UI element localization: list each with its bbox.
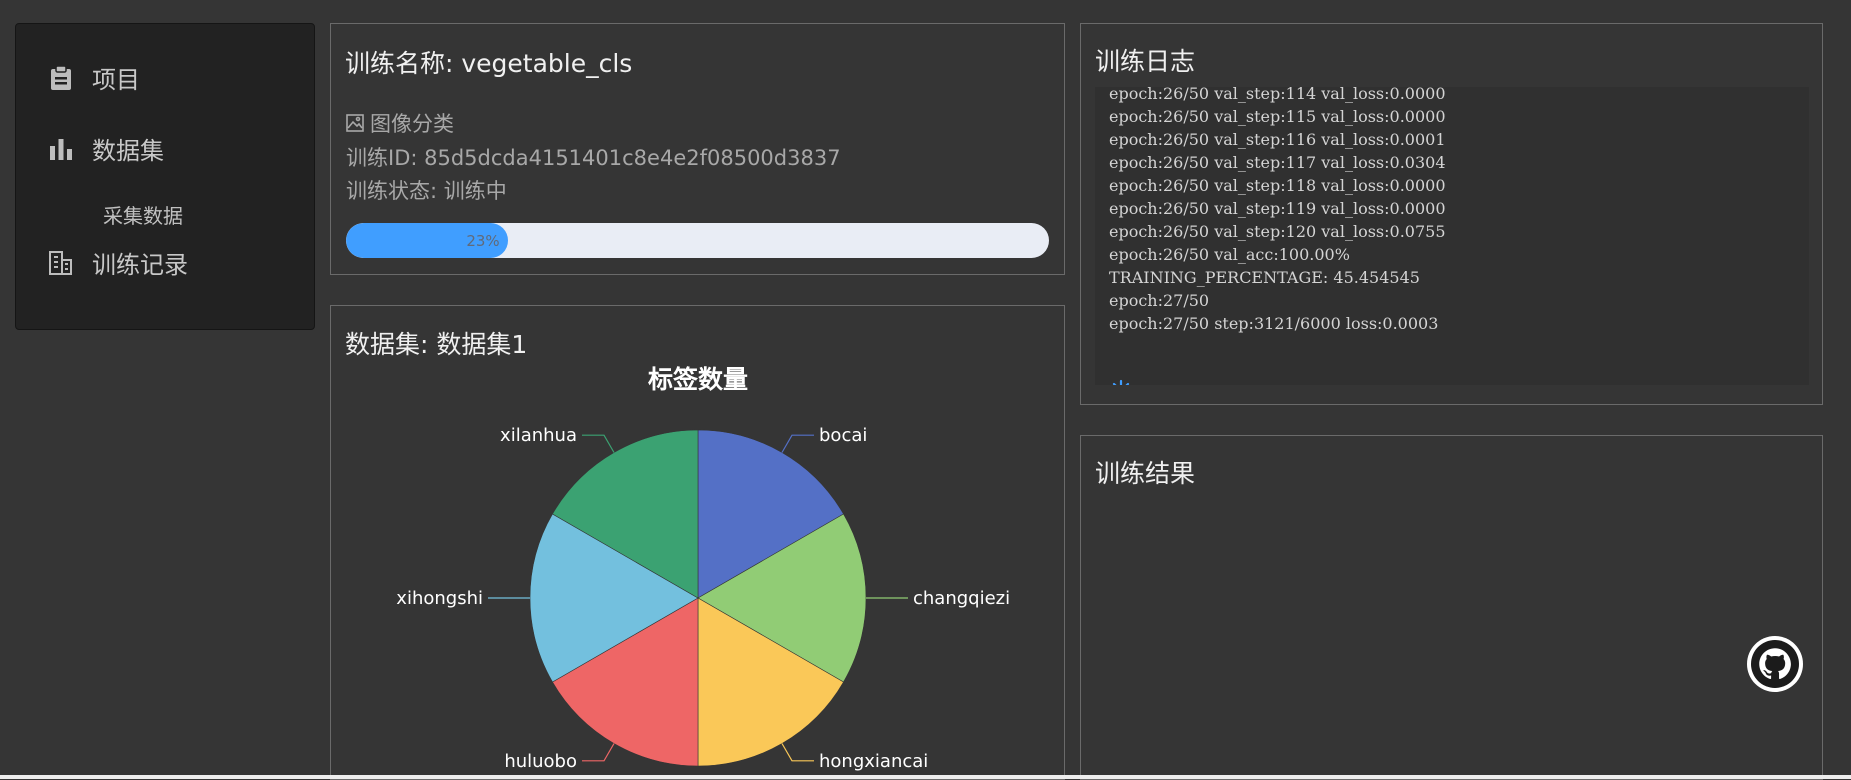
pie-label: xihongshi (396, 588, 483, 609)
log-line: epoch:26/50 val_step:116 val_loss:0.0001 (1109, 130, 1446, 149)
training-log-panel: 训练日志 epoch:26/50 val_step:114 val_loss:0… (1080, 23, 1823, 405)
sidebar-item-label: 项目 (92, 66, 140, 94)
chart-title: 标签数量 (648, 365, 748, 394)
clipboard-icon (46, 63, 76, 93)
sidebar: 项目 数据集 采集数据 训练记录 (15, 23, 315, 330)
pie-label: hongxiancai (819, 751, 928, 772)
training-status: 训练状态: 训练中 (346, 179, 507, 203)
log-line: epoch:26/50 val_step:118 val_loss:0.0000 (1109, 176, 1446, 195)
log-line: epoch:27/50 (1109, 291, 1210, 310)
result-title: 训练结果 (1095, 459, 1196, 488)
log-line: epoch:26/50 val_step:115 val_loss:0.0000 (1109, 107, 1446, 126)
pie-label: changqiezi (913, 588, 1010, 609)
image-icon (346, 114, 364, 132)
pie-label-line (582, 434, 615, 453)
progress-text: 23% (466, 231, 500, 250)
pie-label: huluobo (504, 751, 577, 772)
bottom-strip (0, 775, 1851, 779)
sidebar-item-label: 数据集 (92, 137, 164, 165)
log-line: epoch:26/50 val_acc:100.00% (1109, 245, 1350, 264)
training-type-label: 图像分类 (370, 112, 454, 136)
training-result-panel: 训练结果 (1080, 435, 1823, 780)
bar-chart-icon (46, 134, 76, 164)
log-line: epoch:26/50 val_step:120 val_loss:0.0755 (1109, 222, 1446, 241)
pie-label-line (781, 743, 814, 762)
progress-fill: 23% (346, 223, 508, 258)
sidebar-item-projects[interactable]: 项目 (46, 60, 140, 95)
training-id: 训练ID: 85d5dcda4151401c8e4e2f08500d3837 (346, 146, 841, 170)
log-line: epoch:26/50 val_step:117 val_loss:0.0304 (1109, 153, 1446, 172)
dataset-panel: 数据集: 数据集1 标签数量 bocai changqiezi hongxianca… (330, 305, 1065, 780)
training-info-panel: 训练名称: vegetable_cls 图像分类 训练ID: 85d5dcda4… (330, 23, 1065, 275)
pie-label: xilanhua (500, 425, 577, 446)
label-count-pie-chart: 标签数量 bocai changqiezi hongxiancai huluobo xi… (396, 365, 1010, 772)
pie-label-line (582, 743, 615, 762)
pie-label: bocai (819, 425, 867, 446)
sidebar-item-label: 训练记录 (92, 251, 188, 279)
building-icon (46, 248, 76, 278)
pie-label-line (781, 434, 814, 453)
loading-spinner-icon (1109, 379, 1133, 385)
sidebar-item-training-records[interactable]: 训练记录 (46, 245, 188, 280)
log-line: epoch:26/50 val_step:119 val_loss:0.0000 (1109, 199, 1446, 218)
log-title: 训练日志 (1095, 47, 1196, 76)
github-button[interactable] (1747, 636, 1803, 692)
sidebar-subitem-collect-data[interactable]: 采集数据 (103, 200, 183, 229)
log-output[interactable]: epoch:26/50 val_step:114 val_loss:0.0000… (1095, 87, 1809, 385)
github-icon (1751, 640, 1799, 688)
training-name-title: 训练名称: vegetable_cls (345, 49, 633, 78)
training-type: 图像分类 (346, 108, 454, 138)
log-line: epoch:26/50 val_step:114 val_loss:0.0000 (1109, 87, 1446, 103)
sidebar-item-datasets[interactable]: 数据集 (46, 131, 164, 166)
log-line: TRAINING_PERCENTAGE: 45.454545 (1109, 268, 1420, 287)
training-progress-bar: 23% (346, 223, 1049, 258)
log-line: epoch:27/50 step:3121/6000 loss:0.0003 (1109, 314, 1439, 333)
